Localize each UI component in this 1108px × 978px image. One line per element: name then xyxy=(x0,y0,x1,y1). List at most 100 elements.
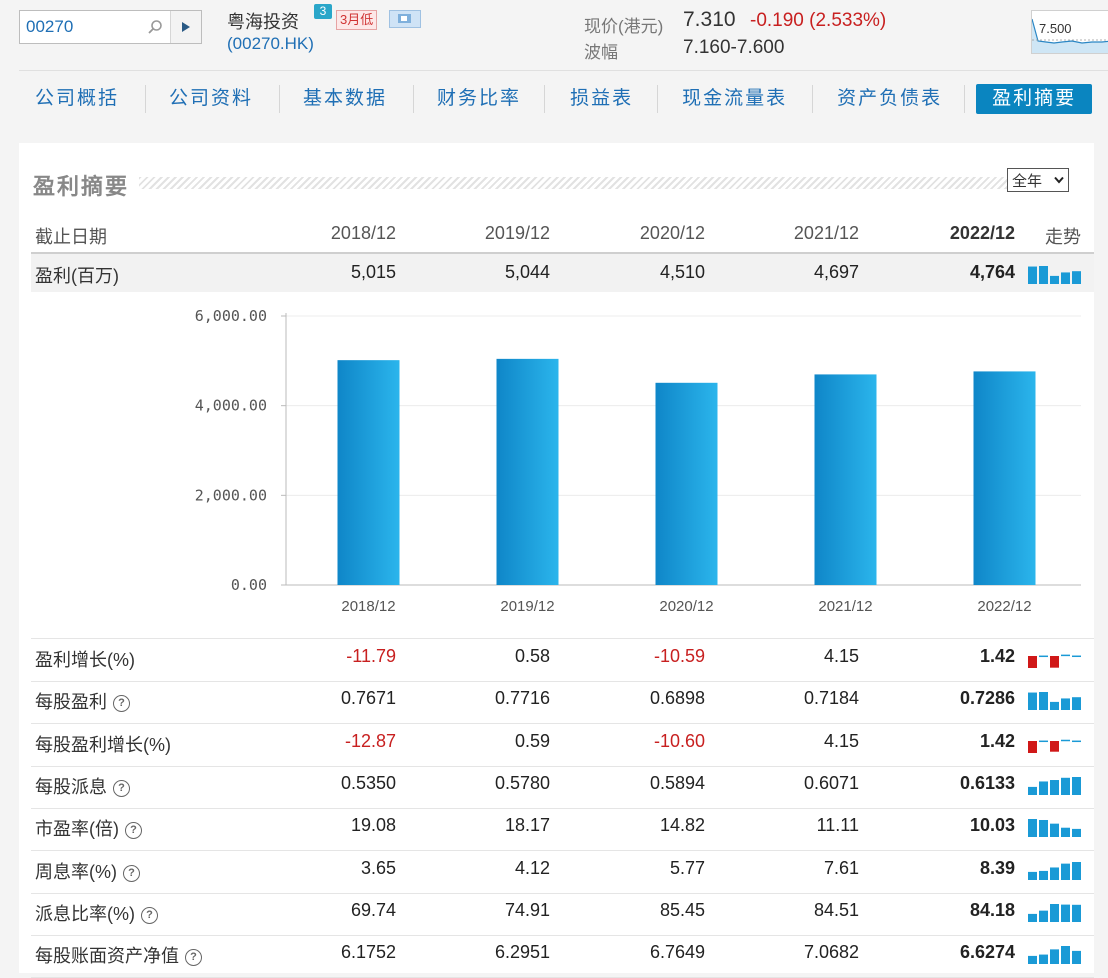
trend-bar xyxy=(1039,692,1048,710)
low-tag: 3月低 xyxy=(336,10,378,30)
table-cell: 14.82 xyxy=(659,815,705,835)
trend-bar xyxy=(1050,904,1059,922)
tab-company-info[interactable]: 公司资料 xyxy=(169,84,253,114)
stock-search-box xyxy=(19,10,202,44)
stock-search-input[interactable] xyxy=(20,11,140,43)
table-cell: 0.7286 xyxy=(959,688,1015,708)
stock-name: 粤海投资 xyxy=(227,12,299,32)
trend-sparkline[interactable] xyxy=(1027,860,1083,880)
table-cell: 7.61 xyxy=(823,858,859,878)
trend-sparkline[interactable] xyxy=(1027,902,1083,922)
chart-xtick-label: 2020/12 xyxy=(659,598,713,615)
trend-bar xyxy=(1061,777,1070,795)
tab-financial-ratios[interactable]: 财务比率 xyxy=(437,84,521,114)
table-cell: 74.91 xyxy=(504,900,550,920)
search-icon[interactable] xyxy=(140,11,170,43)
table-cell: 0.7184 xyxy=(803,688,859,708)
trend-sparkline[interactable] xyxy=(1027,817,1083,837)
trend-bar xyxy=(1072,904,1081,922)
trend-bar xyxy=(1050,741,1059,752)
trend-bar xyxy=(1039,910,1048,922)
trend-bar xyxy=(1050,823,1059,837)
trend-bar xyxy=(1072,950,1081,964)
chart-ytick-label: 0.00 xyxy=(231,576,267,594)
trend-bar xyxy=(1028,955,1037,964)
flag-icon[interactable] xyxy=(389,10,421,28)
table-cell: 10.03 xyxy=(969,815,1015,835)
notification-badge[interactable]: 3 xyxy=(314,4,332,19)
tab-separator xyxy=(413,85,415,113)
trend-bar xyxy=(1072,777,1081,795)
trend-bar xyxy=(1061,827,1070,837)
table-cell: 8.39 xyxy=(979,858,1015,878)
trend-sparkline[interactable] xyxy=(1027,733,1083,753)
table-cell: -10.59 xyxy=(653,646,705,666)
chart-xtick-label: 2021/12 xyxy=(818,598,872,615)
tab-separator xyxy=(812,85,814,113)
help-icon[interactable]: ? xyxy=(123,865,140,882)
row-divider xyxy=(31,935,1094,936)
row-label: 每股账面资产净值? xyxy=(35,942,202,968)
trend-bar xyxy=(1039,870,1048,880)
row-divider xyxy=(31,808,1094,809)
play-arrow-icon xyxy=(182,22,190,32)
stock-code-link[interactable]: (00270.HK) xyxy=(227,34,314,54)
trend-bar xyxy=(1028,819,1037,837)
tab-basic-data[interactable]: 基本数据 xyxy=(303,84,387,114)
trend-bar xyxy=(1039,819,1048,837)
row-label: 派息比率(%)? xyxy=(35,900,158,926)
chart-bar[interactable] xyxy=(973,371,1036,585)
trend-bar xyxy=(1072,655,1081,658)
tab-earnings-summary[interactable]: 盈利摘要 xyxy=(976,84,1093,114)
tab-cash-flow[interactable]: 现金流量表 xyxy=(682,84,787,114)
chart-bar[interactable] xyxy=(496,358,559,585)
table-cell: 0.7716 xyxy=(494,688,550,708)
help-icon[interactable]: ? xyxy=(125,822,142,839)
tab-bar: 公司概括 公司资料 基本数据 财务比率 损益表 现金流量表 资产负债表 盈利摘要 xyxy=(19,82,1093,116)
help-icon[interactable]: ? xyxy=(113,780,130,797)
table-cell: 0.6071 xyxy=(803,773,859,793)
trend-sparkline[interactable] xyxy=(1027,944,1083,964)
table-cell: 0.58 xyxy=(514,646,550,666)
table-cell: 11.11 xyxy=(816,815,859,835)
chart-ytick-label: 6,000.00 xyxy=(195,307,267,325)
row-label-text: 派息比率(%) xyxy=(35,904,135,924)
tab-separator xyxy=(657,85,659,113)
table-cell: 6.7649 xyxy=(649,942,705,962)
trend-sparkline[interactable] xyxy=(1027,648,1083,668)
tab-company-overview[interactable]: 公司概括 xyxy=(35,84,119,114)
trend-bar xyxy=(1039,954,1048,964)
intraday-mini-chart[interactable]: 7.500 xyxy=(1031,10,1108,54)
help-icon[interactable]: ? xyxy=(113,695,130,712)
table-cell: 3.65 xyxy=(360,858,396,878)
row-divider xyxy=(31,766,1094,767)
chart-bar[interactable] xyxy=(337,360,400,585)
trend-sparkline[interactable] xyxy=(1027,690,1083,710)
trend-bar xyxy=(1039,740,1048,743)
trend-bar xyxy=(1061,863,1070,880)
chart-xtick-label: 2018/12 xyxy=(341,598,395,615)
chart-bar[interactable] xyxy=(814,374,877,585)
chart-bar[interactable] xyxy=(655,382,718,585)
trend-bar xyxy=(1072,740,1081,743)
table-cell: 4.15 xyxy=(823,731,859,751)
row-divider xyxy=(31,638,1094,639)
table-cell: 0.5894 xyxy=(649,773,705,793)
table-cell: -12.87 xyxy=(344,731,396,751)
trend-bar xyxy=(1061,698,1070,710)
table-cell: 84.51 xyxy=(813,900,859,920)
help-icon[interactable]: ? xyxy=(141,907,158,924)
trend-bar xyxy=(1061,739,1070,742)
trend-sparkline[interactable] xyxy=(1027,775,1083,795)
tab-income-statement[interactable]: 损益表 xyxy=(570,84,633,114)
table-cell: 0.6133 xyxy=(959,773,1015,793)
table-cell: -11.79 xyxy=(346,646,396,666)
table-cell: 4.12 xyxy=(514,858,550,878)
trend-bar xyxy=(1039,655,1048,658)
tab-balance-sheet[interactable]: 资产负债表 xyxy=(837,84,942,114)
help-icon[interactable]: ? xyxy=(185,949,202,966)
trend-bar xyxy=(1050,780,1059,795)
table-cell: 6.1752 xyxy=(340,942,396,962)
search-go-button[interactable] xyxy=(170,11,201,43)
trend-bar xyxy=(1028,741,1037,753)
